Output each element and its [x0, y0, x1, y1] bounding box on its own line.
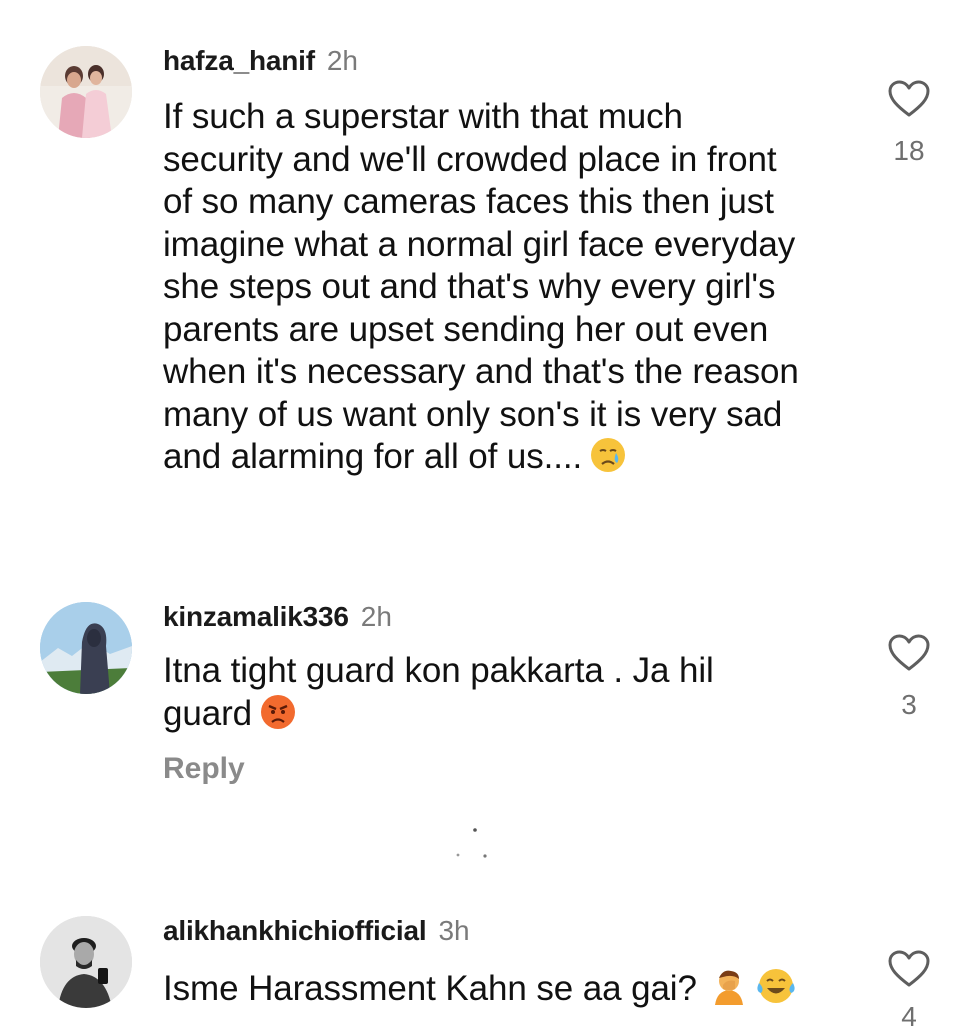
comment-line: parents are upset sending her out even	[163, 309, 769, 349]
avatar[interactable]	[40, 46, 132, 138]
heart-icon[interactable]	[887, 949, 931, 989]
heart-icon[interactable]	[887, 79, 931, 119]
comment-meta: kinzamalik336 2h	[163, 600, 392, 634]
username[interactable]: hafza_hanif	[163, 45, 315, 76]
person-facepalming-emoji	[709, 965, 749, 1016]
comment-item: hafza_hanif 2h If such a superstar with t…	[0, 0, 978, 560]
avatar[interactable]	[40, 916, 132, 1008]
comment-text: Isme Harassment Kahn se aa gai?	[163, 965, 795, 1016]
comment-line: when it's necessary and that's the reaso…	[163, 352, 799, 391]
like-count: 3	[901, 689, 917, 720]
comment-line: of so many cameras faces this then just	[163, 182, 774, 221]
comment-text: Itna tight guard kon pakkarta . Ja hil g…	[163, 650, 714, 740]
like-count: 18	[893, 135, 925, 166]
heart-icon[interactable]	[887, 633, 931, 673]
comment-item: alikhankhichiofficial 3h Isme Harassment …	[0, 900, 978, 1032]
comment-meta: hafza_hanif 2h	[163, 44, 358, 78]
timestamp: 2h	[360, 601, 392, 632]
timestamp: 2h	[326, 45, 358, 76]
reply-button[interactable]: Reply	[163, 752, 245, 786]
comment-item: kinzamalik336 2h Itna tight guard kon pak…	[0, 590, 978, 800]
crying-face-emoji	[590, 437, 626, 484]
loading-spinner-icon	[450, 820, 500, 870]
angry-face-emoji	[260, 694, 296, 741]
comment-text: If such a superstar with that much secur…	[163, 96, 799, 484]
username[interactable]: alikhankhichiofficial	[163, 915, 427, 946]
comment-line: security and we'll crowded place in fron…	[163, 139, 777, 179]
avatar[interactable]	[40, 602, 132, 694]
comment-line: Itna tight guard kon pakkarta . Ja hil	[163, 651, 714, 690]
tears-of-joy-emoji	[757, 967, 795, 1016]
comment-line: If such a superstar with that much	[163, 97, 683, 136]
comment-meta: alikhankhichiofficial 3h	[163, 914, 470, 948]
timestamp: 3h	[438, 915, 470, 946]
like-count: 4	[901, 1001, 917, 1032]
comment-line: many of us want only son's it is very sa…	[163, 394, 783, 434]
comment-line: she steps out and that's why every girl'…	[163, 267, 776, 306]
comment-line: and alarming for all of us....	[163, 436, 799, 484]
comment-line: imagine what a normal girl face everyday	[163, 224, 796, 264]
comment-line: Isme Harassment Kahn se aa gai?	[163, 965, 795, 1016]
username[interactable]: kinzamalik336	[163, 601, 349, 632]
comment-line: guard	[163, 693, 714, 741]
